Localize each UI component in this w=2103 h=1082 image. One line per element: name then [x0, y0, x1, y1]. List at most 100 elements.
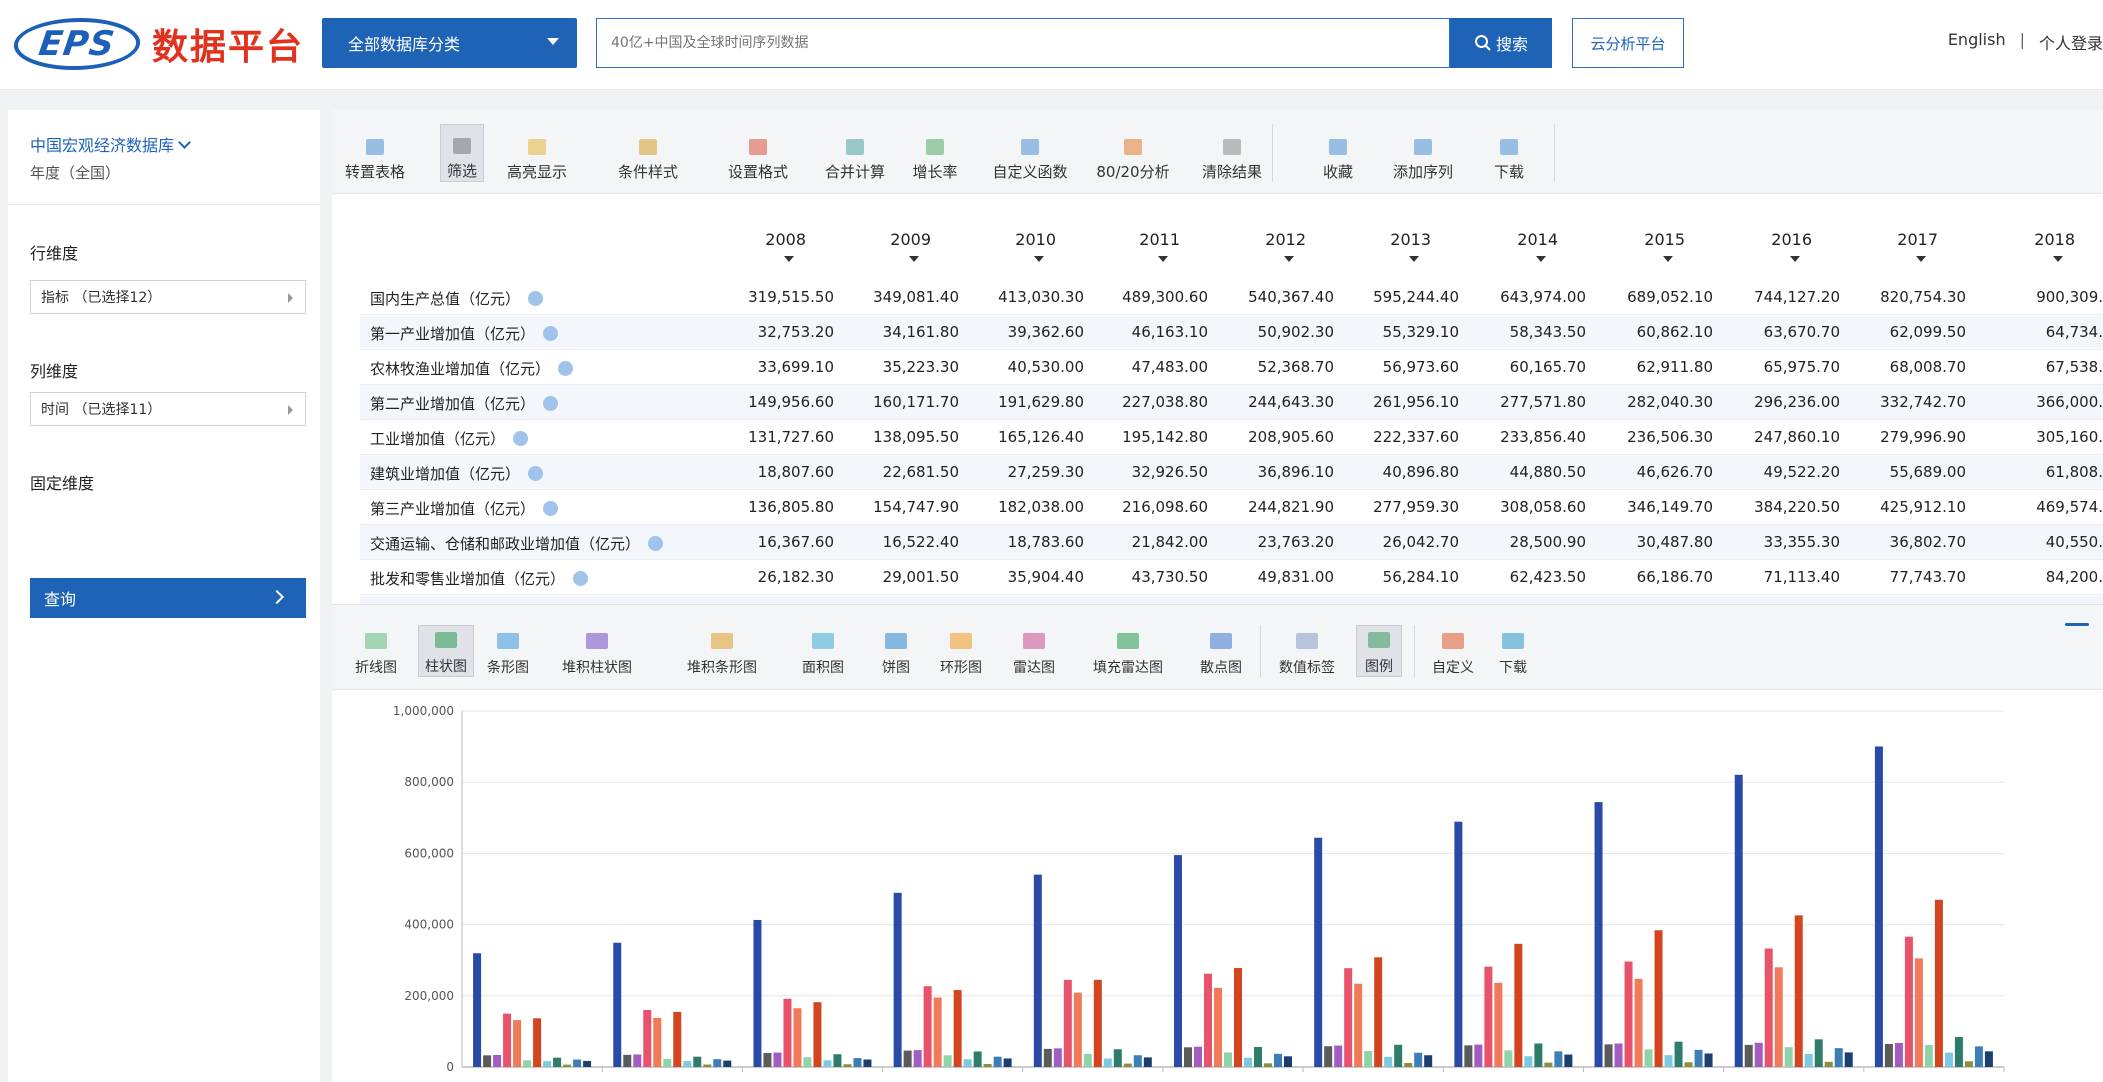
- toolbar-button-5[interactable]: 设置格式: [710, 124, 806, 182]
- bar[interactable]: [1244, 1057, 1252, 1067]
- bar[interactable]: [1964, 1061, 1973, 1067]
- toolbar-button-3[interactable]: 高亮显示: [490, 124, 584, 182]
- bar[interactable]: [943, 1055, 952, 1067]
- bar[interactable]: [1484, 966, 1493, 1067]
- bar[interactable]: [1604, 1044, 1613, 1067]
- bar[interactable]: [1334, 1045, 1343, 1067]
- bar[interactable]: [1093, 979, 1102, 1067]
- chart-type-button-2[interactable]: 柱状图: [418, 625, 474, 677]
- chart-type-button-12[interactable]: 数值标签: [1270, 625, 1344, 677]
- bar[interactable]: [513, 1020, 522, 1067]
- english-link[interactable]: English: [1948, 30, 2006, 54]
- bar[interactable]: [1744, 1044, 1753, 1067]
- bar[interactable]: [1834, 1048, 1843, 1067]
- bar[interactable]: [953, 990, 962, 1067]
- bar[interactable]: [1364, 1051, 1373, 1067]
- bar[interactable]: [1654, 930, 1663, 1067]
- bar[interactable]: [503, 1013, 512, 1067]
- bar[interactable]: [843, 1064, 852, 1067]
- bar[interactable]: [1934, 899, 1943, 1067]
- bar[interactable]: [1774, 967, 1783, 1067]
- bar[interactable]: [773, 1052, 782, 1067]
- bar[interactable]: [823, 1060, 832, 1067]
- bar[interactable]: [1874, 746, 1883, 1067]
- bar[interactable]: [1634, 978, 1643, 1067]
- chart-type-button-3[interactable]: 条形图: [480, 625, 536, 677]
- bar[interactable]: [1003, 1058, 1012, 1067]
- database-selector[interactable]: 中国宏观经济数据库: [30, 132, 191, 156]
- bar[interactable]: [1554, 1051, 1563, 1067]
- bar[interactable]: [1814, 1039, 1823, 1067]
- bar[interactable]: [613, 942, 622, 1067]
- bar[interactable]: [1063, 979, 1072, 1067]
- eps-logo[interactable]: EPS 数据平台: [10, 16, 304, 72]
- bar[interactable]: [1284, 1056, 1292, 1067]
- bar[interactable]: [1624, 961, 1633, 1067]
- chart-type-button-8[interactable]: 环形图: [932, 625, 990, 677]
- info-icon[interactable]: [513, 431, 529, 446]
- bar[interactable]: [903, 1050, 912, 1067]
- bar[interactable]: [1494, 982, 1503, 1067]
- bar[interactable]: [1514, 943, 1523, 1067]
- bar[interactable]: [1184, 1047, 1192, 1067]
- chart-type-button-4[interactable]: 堆积柱状图: [542, 625, 652, 677]
- bar[interactable]: [1073, 992, 1082, 1067]
- bar[interactable]: [1524, 1056, 1533, 1067]
- bar[interactable]: [1784, 1047, 1793, 1067]
- chart-type-button-7[interactable]: 饼图: [872, 625, 920, 677]
- bar[interactable]: [683, 1061, 692, 1067]
- bar[interactable]: [1033, 874, 1042, 1067]
- search-box[interactable]: [596, 18, 1450, 68]
- bar[interactable]: [653, 1017, 662, 1067]
- bar[interactable]: [1544, 1062, 1553, 1067]
- toolbar-button-8[interactable]: 自定义函数: [980, 124, 1080, 182]
- database-category-dropdown[interactable]: 全部数据库分类: [322, 18, 577, 68]
- toolbar-button-7[interactable]: 增长率: [900, 124, 970, 182]
- bar[interactable]: [783, 998, 792, 1067]
- chart-type-button-14[interactable]: 自定义: [1424, 625, 1482, 677]
- bar[interactable]: [1734, 774, 1743, 1067]
- chart-type-button-9[interactable]: 雷达图: [1002, 625, 1066, 677]
- bar[interactable]: [793, 1008, 802, 1067]
- bar[interactable]: [1224, 1052, 1232, 1067]
- bar[interactable]: [1194, 1046, 1202, 1067]
- bar[interactable]: [1414, 1052, 1423, 1067]
- toolbar-button-11[interactable]: 收藏: [1310, 124, 1366, 182]
- bar[interactable]: [1914, 958, 1923, 1067]
- bar[interactable]: [963, 1059, 972, 1067]
- bar[interactable]: [1984, 1051, 1993, 1067]
- bar[interactable]: [1944, 1052, 1953, 1067]
- toolbar-button-9[interactable]: 80/20分析: [1092, 124, 1174, 182]
- bar[interactable]: [1043, 1048, 1052, 1067]
- bar[interactable]: [703, 1064, 712, 1067]
- bar[interactable]: [1884, 1043, 1893, 1067]
- bar[interactable]: [643, 1009, 652, 1067]
- bar[interactable]: [1424, 1055, 1433, 1067]
- bar[interactable]: [913, 1050, 922, 1067]
- toolbar-button-4[interactable]: 条件样式: [600, 124, 696, 182]
- bar[interactable]: [663, 1058, 672, 1067]
- bar[interactable]: [1824, 1061, 1833, 1067]
- bar[interactable]: [803, 1057, 812, 1067]
- bar[interactable]: [1894, 1042, 1903, 1067]
- bar[interactable]: [753, 919, 762, 1067]
- info-icon[interactable]: [543, 326, 559, 341]
- bar[interactable]: [1844, 1052, 1853, 1067]
- bar[interactable]: [983, 1063, 992, 1067]
- bar[interactable]: [1053, 1048, 1062, 1067]
- chart-type-button-13[interactable]: 图例: [1356, 625, 1402, 677]
- bar[interactable]: [523, 1060, 532, 1067]
- bar[interactable]: [493, 1055, 502, 1067]
- bar[interactable]: [1404, 1063, 1413, 1067]
- info-icon[interactable]: [528, 291, 544, 306]
- bar[interactable]: [1754, 1042, 1763, 1067]
- bar[interactable]: [1274, 1053, 1282, 1067]
- bar[interactable]: [543, 1061, 552, 1067]
- bar[interactable]: [833, 1054, 842, 1067]
- query-button[interactable]: 查询: [30, 578, 306, 618]
- bar[interactable]: [693, 1056, 702, 1067]
- bar[interactable]: [1374, 957, 1383, 1067]
- bar[interactable]: [1133, 1055, 1142, 1067]
- chart-type-button-15[interactable]: 下载: [1492, 625, 1534, 677]
- bar[interactable]: [1694, 1049, 1703, 1067]
